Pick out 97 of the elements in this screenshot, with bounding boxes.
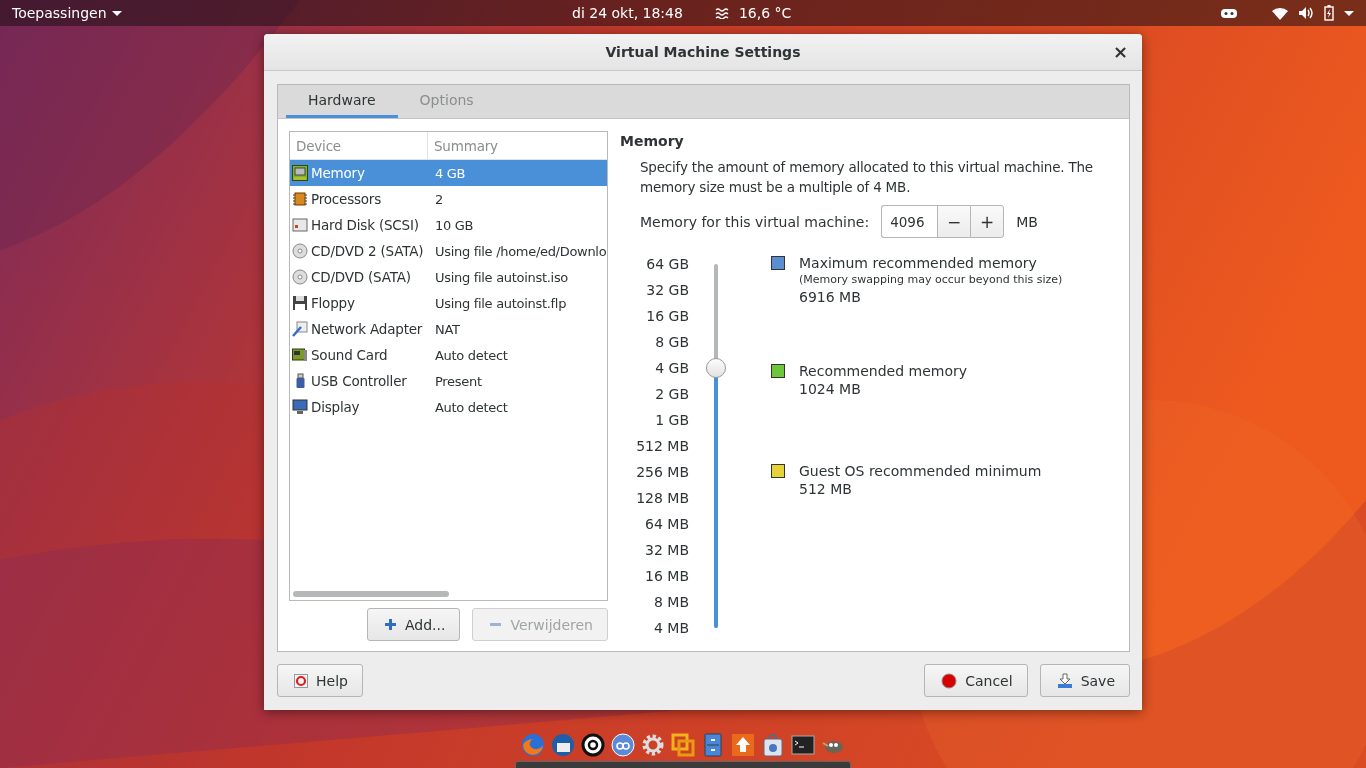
tab[interactable]: Hardware <box>286 85 398 118</box>
stop-icon <box>941 672 958 689</box>
description: Specify the amount of memory allocated to this virtual machine. The memory size must be a multiple of 4 MB. <box>640 158 1094 197</box>
device-row[interactable]: Display Auto detect <box>290 394 607 420</box>
device-row[interactable]: CD/DVD (SATA) Using file autoinst.iso <box>290 264 607 290</box>
device-row[interactable]: Hard Disk (SCSI) 10 GB <box>290 212 607 238</box>
memory-chip-icon <box>292 165 308 181</box>
round-app-icon[interactable] <box>611 733 635 757</box>
slider-thumb[interactable] <box>706 358 726 379</box>
device-name: CD/DVD 2 (SATA) <box>311 243 424 259</box>
scale-label: 8 GB <box>655 333 689 352</box>
scale-label: 16 GB <box>646 307 689 326</box>
device-name: CD/DVD (SATA) <box>311 269 411 285</box>
volume-icon[interactable] <box>1298 6 1314 20</box>
device-summary: 10 GB <box>435 217 474 233</box>
bird-envelope-icon[interactable] <box>551 733 575 757</box>
help-button[interactable]: Help <box>277 664 363 697</box>
legend-value: 6916 MB <box>799 288 862 306</box>
monitor-icon <box>292 399 308 415</box>
device-summary: 2 <box>435 191 443 207</box>
device-summary: Using file autoinst.flp <box>435 295 567 311</box>
legend-note: (Memory swapping may occur beyond this size) <box>799 272 1063 288</box>
plus-icon <box>384 618 397 631</box>
gamepad-icon[interactable] <box>1220 6 1238 20</box>
sound-card-icon <box>292 347 308 363</box>
field-label: Memory for this virtual machine: <box>640 213 870 230</box>
scale-label: 1 GB <box>655 411 689 430</box>
legend-label: Recommended memory <box>799 362 968 380</box>
legend-value: 1024 MB <box>799 380 862 398</box>
device-name: Hard Disk (SCSI) <box>311 217 419 233</box>
device-summary: Using file autoinst.iso <box>435 269 568 285</box>
disc-icon <box>292 243 308 259</box>
scale-label: 8 MB <box>653 593 689 612</box>
device-row[interactable]: CD/DVD 2 (SATA) Using file /home/ed/Downlo <box>290 238 607 264</box>
device-row[interactable]: Floppy Using file autoinst.flp <box>290 290 607 316</box>
horizontal-scrollbar[interactable] <box>293 591 449 597</box>
network-icon <box>292 321 308 337</box>
terminal-icon[interactable] <box>791 733 815 757</box>
device-name: Memory <box>311 165 365 181</box>
scale-label: 64 GB <box>646 255 689 274</box>
package-icon[interactable] <box>761 733 785 757</box>
increment-button[interactable]: + <box>970 205 1005 238</box>
scale-label: 32 GB <box>646 281 689 300</box>
cancel-button[interactable]: Cancel <box>924 664 1028 697</box>
legend-label: Guest OS recommended minimum <box>799 462 1042 480</box>
window-title: Virtual Machine Settings <box>605 44 801 60</box>
squares-icon[interactable] <box>671 733 695 757</box>
disc-icon <box>292 269 308 285</box>
temperature[interactable]: 16,6 °C <box>738 5 792 21</box>
settings-icon[interactable] <box>641 733 665 757</box>
add-button[interactable]: Add... <box>367 608 461 641</box>
save-icon <box>1056 672 1073 689</box>
device-name: Network Adapter <box>311 321 423 337</box>
lifebuoy-icon <box>294 673 308 688</box>
caret-icon[interactable] <box>1344 10 1354 16</box>
applications-menu[interactable]: Toepassingen <box>12 5 572 21</box>
device-row[interactable]: USB Controller Present <box>290 368 607 394</box>
scale-label: 4 GB <box>655 359 689 378</box>
device-name: Display <box>311 399 360 415</box>
device-summary: Present <box>435 373 482 389</box>
close-button[interactable]: × <box>1108 41 1132 62</box>
floppy-icon <box>292 295 308 311</box>
processor-icon <box>292 191 308 207</box>
section-heading: Memory <box>620 133 685 149</box>
device-row[interactable]: Sound Card Auto detect <box>290 342 607 368</box>
device-summary: Auto detect <box>435 399 508 415</box>
device-summary: NAT <box>435 321 460 337</box>
device-summary: Using file /home/ed/Downlo <box>435 243 607 259</box>
device-name: Processors <box>311 191 382 207</box>
device-name: Sound Card <box>311 347 388 363</box>
scale-label: 32 MB <box>645 541 689 560</box>
scale-label: 64 MB <box>645 515 689 534</box>
device-row[interactable]: Processors 2 <box>290 186 607 212</box>
caret-icon <box>111 10 122 16</box>
device-name: Floppy <box>311 295 355 311</box>
clock[interactable]: di 24 okt, 18:48 <box>572 5 683 21</box>
device-summary: Auto detect <box>435 347 508 363</box>
scale-label: 4 MB <box>653 619 689 638</box>
scale-label: 16 MB <box>645 567 689 586</box>
file-cabinet-icon[interactable] <box>701 733 725 757</box>
memory-field[interactable]: 4096 <box>881 205 938 238</box>
legend-value: 512 MB <box>799 480 853 498</box>
device-name: USB Controller <box>311 373 407 389</box>
scale-label: 512 MB <box>636 437 689 456</box>
unit-label: MB <box>1016 213 1038 230</box>
device-summary: 4 GB <box>435 165 466 181</box>
fog-icon <box>714 7 731 19</box>
battery-icon[interactable] <box>1324 5 1334 21</box>
update-icon[interactable] <box>731 733 755 757</box>
scale-label: 128 MB <box>636 489 689 508</box>
save-button[interactable]: Save <box>1039 664 1130 697</box>
device-row[interactable]: Network Adapter NAT <box>290 316 607 342</box>
legend-label: Maximum recommended memory <box>799 254 1038 272</box>
scale-label: 256 MB <box>636 463 689 482</box>
decrement-button[interactable]: − <box>937 205 971 238</box>
wifi-icon[interactable] <box>1272 6 1288 20</box>
scale-label: 2 GB <box>655 385 689 404</box>
